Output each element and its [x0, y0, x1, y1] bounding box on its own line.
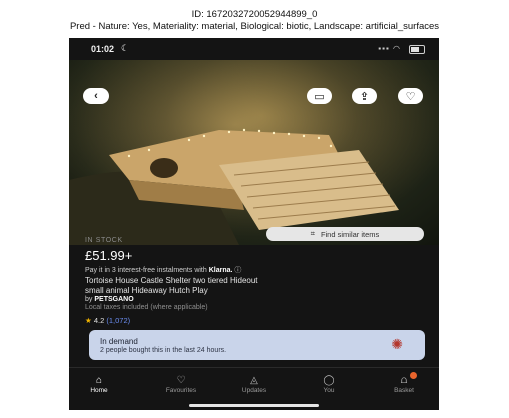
tab-updates[interactable]: ◬ Updates: [224, 374, 284, 394]
basket-icon: ⩍: [400, 375, 408, 386]
back-button[interactable]: ‹: [83, 88, 109, 104]
tab-favourites-label: Favourites: [165, 387, 197, 394]
tab-updates-label: Updates: [241, 387, 267, 394]
heart-icon: ♡: [405, 90, 416, 103]
tab-home[interactable]: ⌂ Home: [69, 374, 129, 394]
rating-count[interactable]: (1,072): [106, 316, 130, 325]
taxes-note: Local taxes included (where applicable): [85, 304, 208, 311]
chevron-left-icon: ‹: [94, 90, 98, 102]
seller-line[interactable]: by PETSGANO: [85, 296, 134, 303]
status-time: 01:02: [91, 44, 115, 54]
fire-icon: ✺: [391, 336, 403, 352]
message-seller-button[interactable]: ▭: [307, 88, 332, 104]
rating-row[interactable]: ★ 4.2 (1,072): [85, 316, 130, 325]
caption-prediction: Pred - Nature: Yes, Materiality: materia…: [69, 21, 440, 32]
tab-you[interactable]: ◯ You: [299, 374, 359, 394]
home-indicator[interactable]: [189, 404, 319, 407]
status-bar: 01:02 ☾ ▪▪▪ ◠: [69, 38, 439, 60]
heart-icon: ♡: [176, 375, 186, 386]
find-similar-label: Find similar items: [320, 229, 380, 239]
product-photo[interactable]: ‹ ▭ ⇪ ♡ ⌗ Find similar items: [69, 60, 439, 245]
product-price: £51.99+: [85, 248, 133, 263]
caption-id: ID: 1672032720052944899_0: [191, 9, 318, 20]
in-demand-card: In demand 2 people bought this in the la…: [89, 330, 425, 360]
bell-icon: ◬: [250, 375, 258, 386]
stock-status: IN STOCK: [85, 237, 123, 244]
moon-icon: ☾: [121, 43, 130, 53]
star-icon: ★: [85, 316, 92, 325]
share-button[interactable]: ⇪: [352, 88, 377, 104]
tab-favourites[interactable]: ♡ Favourites: [151, 374, 211, 394]
seller-name[interactable]: PETSGANO: [94, 296, 133, 303]
rating-value: 4.2: [93, 316, 105, 325]
battery-icon: [409, 45, 425, 54]
home-icon: ⌂: [95, 375, 103, 386]
phone-screen: 01:02 ☾ ▪▪▪ ◠ ‹ ▭ ⇪ ♡ ⌗ Find similar ite…: [69, 38, 439, 410]
find-similar-button[interactable]: ⌗ Find similar items: [266, 227, 424, 241]
klarna-text: Pay it in 3 interest-free instalments wi…: [85, 267, 207, 274]
tab-basket-label: Basket: [394, 387, 414, 394]
info-icon[interactable]: ⓘ: [234, 267, 241, 274]
signal-wifi-icon: ▪▪▪ ◠: [378, 44, 401, 53]
share-icon: ⇪: [359, 90, 370, 103]
tab-home-label: Home: [90, 387, 108, 394]
person-icon: ◯: [323, 375, 335, 386]
tab-you-label: You: [323, 387, 335, 394]
in-demand-subtitle: 2 people bought this in the last 24 hour…: [100, 347, 227, 354]
basket-badge: [410, 372, 417, 379]
scan-icon: ⌗: [310, 229, 315, 238]
klarna-info[interactable]: Pay it in 3 interest-free instalments wi…: [85, 265, 241, 275]
tab-basket[interactable]: ⩍ Basket: [374, 372, 434, 394]
klarna-brand: Klarna.: [208, 267, 233, 274]
hutch-illustration: [69, 60, 439, 245]
in-demand-title: In demand: [100, 337, 138, 346]
seller-prefix: by: [85, 296, 93, 303]
product-title-line1: Tortoise House Castle Shelter two tiered…: [85, 276, 258, 285]
product-title-line2: small animal Hideaway Hutch Play: [85, 286, 208, 295]
favourite-button[interactable]: ♡: [398, 88, 423, 104]
message-icon: ▭: [314, 90, 325, 103]
